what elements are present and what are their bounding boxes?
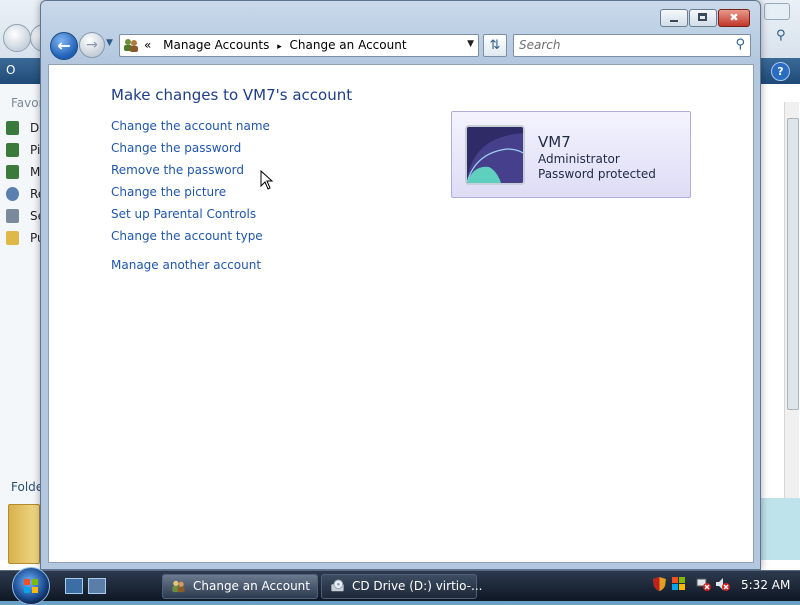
- search-input[interactable]: Search: [519, 38, 561, 52]
- refresh-icon: ⇅: [489, 38, 501, 53]
- address-dropdown-icon[interactable]: ▼: [467, 39, 474, 49]
- scrollbar-thumb[interactable]: [787, 118, 799, 410]
- change-account-type-link[interactable]: Change the account type: [111, 229, 263, 243]
- recent-icon: [6, 187, 19, 201]
- pictures-icon: [6, 143, 19, 157]
- background-organize-label[interactable]: O: [6, 63, 15, 77]
- breadcrumb: « Manage Accounts ▸ Change an Account: [144, 38, 407, 52]
- system-clock[interactable]: 5:32 AM: [741, 578, 790, 592]
- breadcrumb-overflow[interactable]: «: [144, 38, 151, 52]
- favorites-heading: Favor: [11, 96, 44, 110]
- change-account-name-link[interactable]: Change the account name: [111, 119, 270, 133]
- close-icon: ✖: [729, 11, 739, 24]
- music-icon: [6, 165, 19, 179]
- window-controls: ✖: [660, 9, 752, 27]
- mouse-pointer-icon: [260, 170, 274, 190]
- user-picture-icon: [467, 127, 523, 183]
- account-picture: [465, 125, 525, 185]
- remove-password-link[interactable]: Remove the password: [111, 163, 244, 177]
- parental-controls-link[interactable]: Set up Parental Controls: [111, 207, 256, 221]
- maximize-button[interactable]: [689, 9, 717, 27]
- taskbar-button-cd-drive[interactable]: CD Drive (D:) virtio-...: [321, 574, 482, 599]
- search-icon[interactable]: ⚲: [735, 37, 745, 52]
- show-desktop-icon[interactable]: [65, 578, 83, 594]
- background-window-controls: [760, 0, 800, 22]
- breadcrumb-separator[interactable]: ▸: [277, 42, 282, 52]
- sidebar-item-label: M: [30, 165, 41, 179]
- security-shield-icon[interactable]: [652, 576, 667, 592]
- background-minimize-button[interactable]: [764, 3, 790, 20]
- page-title: Make changes to VM7's account: [111, 86, 353, 104]
- breadcrumb-change-account[interactable]: Change an Account: [290, 38, 407, 52]
- minimize-button[interactable]: [660, 9, 688, 27]
- desktop-icon: [6, 121, 19, 135]
- content-pane: Make changes to VM7's account Change the…: [48, 64, 754, 563]
- public-folder-icon: [6, 231, 19, 245]
- folder-icon: [8, 504, 40, 564]
- taskbar-button-label: Change an Account: [193, 579, 310, 593]
- switch-windows-icon[interactable]: [88, 578, 106, 594]
- account-type: Administrator: [538, 152, 620, 166]
- account-password-status: Password protected: [538, 167, 656, 181]
- start-button[interactable]: [12, 567, 50, 605]
- help-icon[interactable]: ?: [771, 62, 790, 81]
- forward-arrow-icon: →: [86, 37, 98, 53]
- forward-button[interactable]: →: [79, 32, 105, 58]
- search-box[interactable]: Search ⚲: [513, 34, 751, 57]
- windows-logo-icon: [24, 579, 38, 593]
- volume-muted-icon[interactable]: [715, 576, 730, 592]
- background-scrollbar[interactable]: [784, 102, 799, 498]
- close-button[interactable]: ✖: [718, 9, 750, 27]
- folders-heading[interactable]: Folde: [11, 480, 43, 494]
- searches-icon: [6, 209, 19, 223]
- back-button[interactable]: ←: [50, 32, 78, 60]
- breadcrumb-manage-accounts[interactable]: Manage Accounts: [163, 38, 269, 52]
- minimize-icon: [670, 20, 678, 22]
- background-details-strip: [760, 498, 800, 560]
- address-bar[interactable]: « Manage Accounts ▸ Change an Account ▼: [119, 34, 479, 57]
- cd-drive-icon: [331, 579, 344, 592]
- background-back-button[interactable]: [3, 24, 31, 52]
- change-picture-link[interactable]: Change the picture: [111, 185, 226, 199]
- account-tile: VM7 Administrator Password protected: [451, 111, 691, 198]
- back-arrow-icon: ←: [57, 36, 71, 55]
- control-panel-icon: [124, 39, 138, 52]
- background-navigation-pane: Favor De Pi M Re Se Pu Folde: [0, 84, 47, 560]
- change-password-link[interactable]: Change the password: [111, 141, 241, 155]
- maximize-icon: [698, 13, 707, 21]
- user-accounts-icon: [172, 580, 185, 593]
- action-center-icon[interactable]: [671, 576, 686, 592]
- taskbar-button-label: CD Drive (D:) virtio-...: [352, 579, 483, 593]
- manage-another-account-link[interactable]: Manage another account: [111, 258, 261, 272]
- background-search-icon[interactable]: ⚲: [776, 28, 792, 44]
- recent-pages-dropdown[interactable]: ▼: [106, 38, 113, 48]
- account-name: VM7: [538, 133, 571, 151]
- taskbar-button-change-account[interactable]: Change an Account: [162, 574, 318, 599]
- taskbar: Change an Account CD Drive (D:) virtio-.…: [0, 567, 800, 605]
- sidebar-item-label: Pi: [30, 143, 41, 157]
- network-disconnected-icon[interactable]: [696, 576, 711, 592]
- change-account-window: ✖ ← → ▼ « Manage Accounts ▸ Change an Ac…: [40, 0, 761, 570]
- refresh-button[interactable]: ⇅: [483, 34, 507, 57]
